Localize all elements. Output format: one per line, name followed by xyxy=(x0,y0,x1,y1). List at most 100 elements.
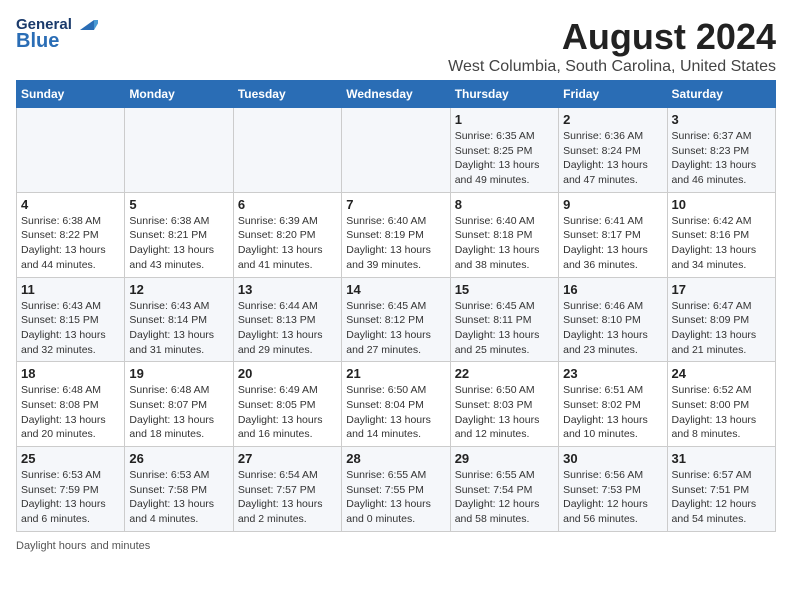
calendar-cell: 17Sunrise: 6:47 AM Sunset: 8:09 PM Dayli… xyxy=(667,277,775,362)
calendar-cell: 22 Sunrise: 6:50 AM Sunset: 8:03 PM Dayli… xyxy=(450,362,558,447)
day-info: Sunrise: 6:36 AM Sunset: 8:24 PM Dayligh… xyxy=(563,129,662,188)
day-number: 20 xyxy=(238,366,337,381)
day-number: 6 xyxy=(238,197,337,212)
calendar-cell xyxy=(233,108,341,193)
calendar-cell: 28 Sunrise: 6:55 AM Sunset: 7:55 PM Dayli… xyxy=(342,447,450,532)
day-number: 21 xyxy=(346,366,445,381)
calendar-cell: 4 Sunrise: 6:38 AM Sunset: 8:22 PM Daylig… xyxy=(17,192,125,277)
calendar-cell: 9 Sunrise: 6:41 AM Sunset: 8:17 PM Daylig… xyxy=(559,192,667,277)
day-info: Sunrise: 6:47 AM Sunset: 8:09 PM Dayligh… xyxy=(672,299,771,358)
day-info: Sunrise: 6:42 AM Sunset: 8:16 PM Dayligh… xyxy=(672,214,771,273)
calendar-cell: 29 Sunrise: 6:55 AM Sunset: 7:54 PM Dayli… xyxy=(450,447,558,532)
day-header-monday: Monday xyxy=(125,81,233,108)
calendar-cell xyxy=(342,108,450,193)
day-number: 19 xyxy=(129,366,228,381)
day-info: Sunrise: 6:55 AM Sunset: 7:55 PM Dayligh… xyxy=(346,468,445,527)
day-header-sunday: Sunday xyxy=(17,81,125,108)
calendar-cell xyxy=(125,108,233,193)
day-header-wednesday: Wednesday xyxy=(342,81,450,108)
day-number: 10 xyxy=(672,197,771,212)
day-info: Sunrise: 6:35 AM Sunset: 8:25 PM Dayligh… xyxy=(455,129,554,188)
calendar-cell: 12 Sunrise: 6:43 AM Sunset: 8:14 PM Dayli… xyxy=(125,277,233,362)
calendar-cell: 10 Sunrise: 6:42 AM Sunset: 8:16 PM Dayli… xyxy=(667,192,775,277)
day-info: Sunrise: 6:53 AM Sunset: 7:59 PM Dayligh… xyxy=(21,468,120,527)
day-number: 11 xyxy=(21,282,120,297)
calendar-cell: 18Sunrise: 6:48 AM Sunset: 8:08 PM Dayli… xyxy=(17,362,125,447)
calendar-cell: 26Sunrise: 6:53 AM Sunset: 7:58 PM Dayli… xyxy=(125,447,233,532)
day-number: 2 xyxy=(563,112,662,127)
day-info: Sunrise: 6:48 AM Sunset: 8:07 PM Dayligh… xyxy=(129,383,228,442)
day-number: 16 xyxy=(563,282,662,297)
day-info: Sunrise: 6:37 AM Sunset: 8:23 PM Dayligh… xyxy=(672,129,771,188)
day-info: Sunrise: 6:41 AM Sunset: 8:17 PM Dayligh… xyxy=(563,214,662,273)
day-info: Sunrise: 6:40 AM Sunset: 8:19 PM Dayligh… xyxy=(346,214,445,273)
logo: General Blue xyxy=(16,16,98,52)
day-info: Sunrise: 6:43 AM Sunset: 8:14 PM Dayligh… xyxy=(129,299,228,358)
day-header-friday: Friday xyxy=(559,81,667,108)
calendar-cell: 20 Sunrise: 6:49 AM Sunset: 8:05 PM Dayli… xyxy=(233,362,341,447)
calendar-cell: 25Sunrise: 6:53 AM Sunset: 7:59 PM Dayli… xyxy=(17,447,125,532)
day-info: Sunrise: 6:44 AM Sunset: 8:13 PM Dayligh… xyxy=(238,299,337,358)
calendar-cell: 19 Sunrise: 6:48 AM Sunset: 8:07 PM Dayli… xyxy=(125,362,233,447)
day-number: 31 xyxy=(672,451,771,466)
day-number: 9 xyxy=(563,197,662,212)
calendar-cell: 1 Sunrise: 6:35 AM Sunset: 8:25 PM Daylig… xyxy=(450,108,558,193)
calendar-table: SundayMondayTuesdayWednesdayThursdayFrid… xyxy=(16,80,776,532)
day-info: Sunrise: 6:45 AM Sunset: 8:12 PM Dayligh… xyxy=(346,299,445,358)
day-number: 18 xyxy=(21,366,120,381)
calendar-cell: 7 Sunrise: 6:40 AM Sunset: 8:19 PM Daylig… xyxy=(342,192,450,277)
day-number: 27 xyxy=(238,451,337,466)
calendar-cell: 16 Sunrise: 6:46 AM Sunset: 8:10 PM Dayli… xyxy=(559,277,667,362)
logo-icon xyxy=(76,16,98,34)
and-minutes-label: and minutes xyxy=(90,540,150,552)
day-number: 24 xyxy=(672,366,771,381)
subtitle: West Columbia, South Carolina, United St… xyxy=(448,58,776,76)
day-number: 1 xyxy=(455,112,554,127)
day-number: 22 xyxy=(455,366,554,381)
logo-blue: Blue xyxy=(16,30,59,52)
day-number: 30 xyxy=(563,451,662,466)
day-number: 28 xyxy=(346,451,445,466)
calendar-cell: 24Sunrise: 6:52 AM Sunset: 8:00 PM Dayli… xyxy=(667,362,775,447)
calendar-cell: 31Sunrise: 6:57 AM Sunset: 7:51 PM Dayli… xyxy=(667,447,775,532)
calendar-cell: 5Sunrise: 6:38 AM Sunset: 8:21 PM Daylig… xyxy=(125,192,233,277)
calendar-cell: 27 Sunrise: 6:54 AM Sunset: 7:57 PM Dayli… xyxy=(233,447,341,532)
day-info: Sunrise: 6:55 AM Sunset: 7:54 PM Dayligh… xyxy=(455,468,554,527)
calendar-cell: 2 Sunrise: 6:36 AM Sunset: 8:24 PM Daylig… xyxy=(559,108,667,193)
day-info: Sunrise: 6:46 AM Sunset: 8:10 PM Dayligh… xyxy=(563,299,662,358)
day-info: Sunrise: 6:38 AM Sunset: 8:22 PM Dayligh… xyxy=(21,214,120,273)
day-number: 5 xyxy=(129,197,228,212)
day-info: Sunrise: 6:51 AM Sunset: 8:02 PM Dayligh… xyxy=(563,383,662,442)
day-number: 4 xyxy=(21,197,120,212)
calendar-cell xyxy=(17,108,125,193)
day-header-saturday: Saturday xyxy=(667,81,775,108)
day-info: Sunrise: 6:50 AM Sunset: 8:03 PM Dayligh… xyxy=(455,383,554,442)
day-info: Sunrise: 6:43 AM Sunset: 8:15 PM Dayligh… xyxy=(21,299,120,358)
day-info: Sunrise: 6:45 AM Sunset: 8:11 PM Dayligh… xyxy=(455,299,554,358)
daylight-hours-label: Daylight hours xyxy=(16,540,86,552)
day-info: Sunrise: 6:49 AM Sunset: 8:05 PM Dayligh… xyxy=(238,383,337,442)
day-info: Sunrise: 6:40 AM Sunset: 8:18 PM Dayligh… xyxy=(455,214,554,273)
day-header-thursday: Thursday xyxy=(450,81,558,108)
day-number: 26 xyxy=(129,451,228,466)
day-number: 14 xyxy=(346,282,445,297)
calendar-cell: 30Sunrise: 6:56 AM Sunset: 7:53 PM Dayli… xyxy=(559,447,667,532)
calendar-cell: 6Sunrise: 6:39 AM Sunset: 8:20 PM Daylig… xyxy=(233,192,341,277)
title-area: August 2024 West Columbia, South Carolin… xyxy=(448,16,776,76)
calendar-cell: 8 Sunrise: 6:40 AM Sunset: 8:18 PM Daylig… xyxy=(450,192,558,277)
calendar-cell: 23 Sunrise: 6:51 AM Sunset: 8:02 PM Dayli… xyxy=(559,362,667,447)
calendar-cell: 21 Sunrise: 6:50 AM Sunset: 8:04 PM Dayli… xyxy=(342,362,450,447)
calendar-cell: 11 Sunrise: 6:43 AM Sunset: 8:15 PM Dayli… xyxy=(17,277,125,362)
day-info: Sunrise: 6:50 AM Sunset: 8:04 PM Dayligh… xyxy=(346,383,445,442)
day-number: 23 xyxy=(563,366,662,381)
calendar-cell: 14 Sunrise: 6:45 AM Sunset: 8:12 PM Dayli… xyxy=(342,277,450,362)
day-number: 8 xyxy=(455,197,554,212)
footer-note: Daylight hours and minutes xyxy=(16,540,776,552)
day-number: 12 xyxy=(129,282,228,297)
day-info: Sunrise: 6:54 AM Sunset: 7:57 PM Dayligh… xyxy=(238,468,337,527)
day-number: 3 xyxy=(672,112,771,127)
day-number: 29 xyxy=(455,451,554,466)
calendar-cell: 3 Sunrise: 6:37 AM Sunset: 8:23 PM Daylig… xyxy=(667,108,775,193)
day-number: 7 xyxy=(346,197,445,212)
day-number: 13 xyxy=(238,282,337,297)
